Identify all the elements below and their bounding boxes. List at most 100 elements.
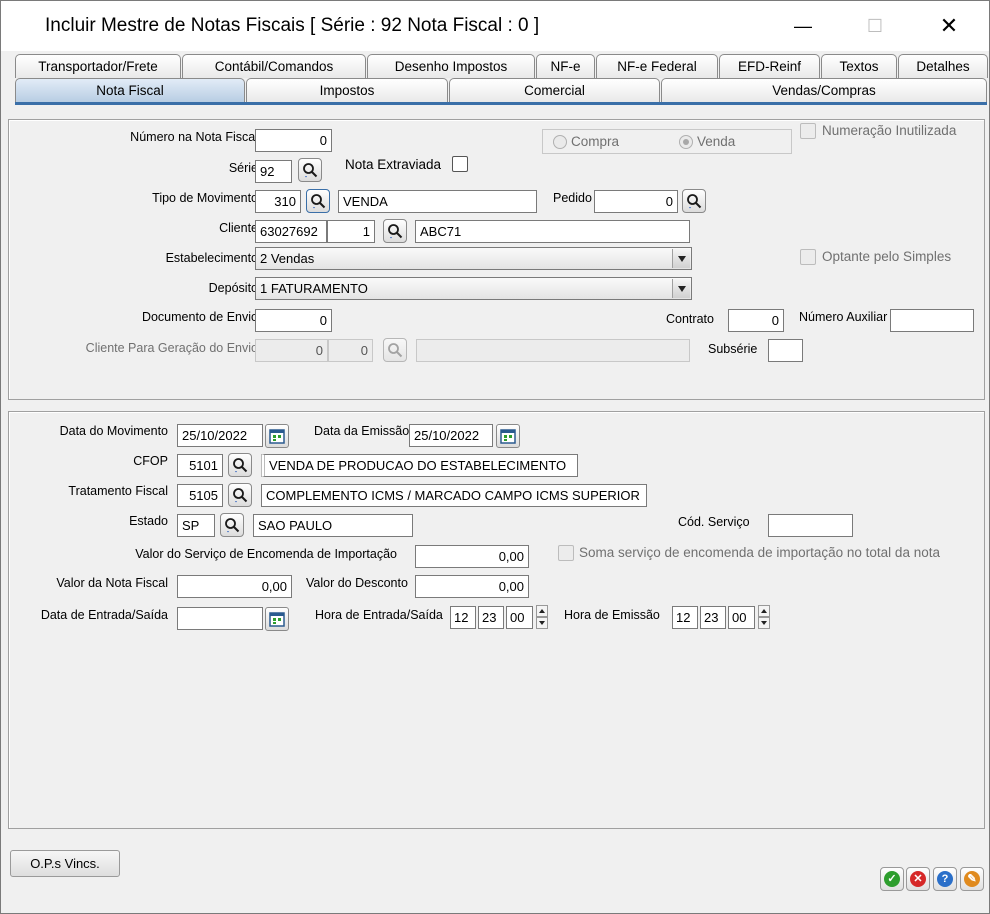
estado-search-button[interactable] (220, 513, 244, 537)
hora-entrada-minute-field[interactable]: 23 (478, 606, 504, 629)
data-mov-calendar-button[interactable] (265, 424, 289, 448)
spin-down-icon[interactable] (758, 617, 770, 629)
data-entrada-calendar-button[interactable] (265, 607, 289, 631)
chevron-down-icon[interactable] (672, 249, 690, 268)
tab-contabil-comandos[interactable]: Contábil/Comandos (182, 54, 366, 78)
cliente-geracao-search-button (383, 338, 407, 362)
doc-envio-field[interactable]: 0 (255, 309, 332, 332)
cfop-code-field[interactable]: 5101 (177, 454, 223, 477)
search-icon (233, 458, 248, 473)
close-button[interactable]: ✕ (926, 1, 972, 51)
data-emissao-calendar-button[interactable] (496, 424, 520, 448)
nota-extraviada-checkbox[interactable] (452, 156, 468, 172)
tab-textos[interactable]: Textos (821, 54, 897, 78)
valor-desconto-field[interactable]: 0,00 (415, 575, 529, 598)
ok-button[interactable]: ✓ (880, 867, 904, 891)
tipo-mov-desc-field[interactable]: VENDA (338, 190, 537, 213)
tab-vendas-compras[interactable]: Vendas/Compras (661, 78, 987, 102)
doc-envio-label: Documento de Envio (141, 310, 258, 324)
data-entrada-field[interactable] (177, 607, 263, 630)
data-mov-label: Data do Movimento (59, 424, 168, 438)
numeracao-inutilizada-checkbox (800, 123, 816, 139)
tipo-mov-search-button[interactable] (306, 189, 330, 213)
tab-impostos[interactable]: Impostos (246, 78, 448, 102)
search-icon (303, 163, 318, 178)
compra-radio[interactable] (553, 135, 567, 149)
cliente-seq-field[interactable]: 1 (327, 220, 375, 243)
tipo-mov-code-field[interactable]: 310 (255, 190, 301, 213)
cod-servico-field[interactable] (768, 514, 853, 537)
serie-field[interactable]: 92 (255, 160, 292, 183)
hora-entrada-hour-field[interactable]: 12 (450, 606, 476, 629)
tab-row-bottom: Nota Fiscal Impostos Comercial Vendas/Co… (15, 78, 987, 105)
valor-servico-field[interactable]: 0,00 (415, 545, 529, 568)
serie-search-button[interactable] (298, 158, 322, 182)
pedido-field[interactable]: 0 (594, 190, 678, 213)
tab-row-top: Transportador/Frete Contábil/Comandos De… (15, 54, 988, 78)
help-button[interactable]: ? (933, 867, 957, 891)
tratamento-desc-field[interactable]: COMPLEMENTO ICMS / MARCADO CAMPO ICMS SU… (261, 484, 647, 507)
tab-nfe-federal[interactable]: NF-e Federal (596, 54, 718, 78)
data-emissao-field[interactable]: 25/10/2022 (409, 424, 493, 447)
minimize-button[interactable]: — (780, 1, 826, 51)
spin-up-icon[interactable] (536, 605, 548, 617)
cliente-code-field[interactable]: 63027692 (255, 220, 327, 243)
cliente-search-button[interactable] (383, 219, 407, 243)
chevron-down-icon[interactable] (672, 279, 690, 298)
cliente-geracao-label: Cliente Para Geração do Envio (85, 341, 258, 355)
deposito-select[interactable]: 1 FATURAMENTO (255, 277, 692, 300)
tipo-mov-label: Tipo de Movimento (152, 191, 258, 205)
estabelecimento-select[interactable]: 2 Vendas (255, 247, 692, 270)
ops-vinculadas-button[interactable]: O.P.s Vincs. (10, 850, 120, 877)
nota-extraviada-label: Nota Extraviada (345, 157, 442, 172)
venda-label: Venda (697, 134, 736, 149)
compra-venda-radio-group: Compra Venda (542, 129, 792, 154)
cliente-geracao-name-field (416, 339, 690, 362)
venda-radio[interactable] (679, 135, 693, 149)
estado-label: Estado (129, 514, 168, 528)
estado-code-field[interactable]: SP (177, 514, 215, 537)
cancel-button[interactable]: ✕ (906, 867, 930, 891)
cliente-geracao-seq-field: 0 (328, 339, 373, 362)
search-icon (233, 488, 248, 503)
search-icon (388, 224, 403, 239)
dialog-window: Incluir Mestre de Notas Fiscais [ Série … (0, 0, 990, 914)
tratamento-code-field[interactable]: 5105 (177, 484, 223, 507)
maximize-button[interactable]: ☐ (852, 1, 898, 51)
panel-identificacao: Número na Nota Fiscal 0 Série 92 Nota Ex… (8, 119, 985, 400)
hora-emissao-second-field[interactable]: 00 (728, 606, 755, 629)
x-icon: ✕ (910, 871, 926, 887)
contrato-field[interactable]: 0 (728, 309, 784, 332)
hora-entrada-spinner[interactable] (536, 605, 548, 630)
optante-simples-label: Optante pelo Simples (822, 249, 952, 264)
estado-name-field[interactable]: SAO PAULO (253, 514, 413, 537)
tab-efd-reinf[interactable]: EFD-Reinf (719, 54, 820, 78)
numero-field[interactable]: 0 (255, 129, 332, 152)
hora-emissao-minute-field[interactable]: 23 (700, 606, 726, 629)
hora-emissao-spinner[interactable] (758, 605, 770, 630)
cliente-name-field[interactable]: ABC71 (415, 220, 690, 243)
serie-label: Série (228, 161, 258, 175)
tratamento-search-button[interactable] (228, 483, 252, 507)
spin-up-icon[interactable] (758, 605, 770, 617)
numero-auxiliar-field[interactable] (890, 309, 974, 332)
tab-detalhes[interactable]: Detalhes (898, 54, 988, 78)
spin-down-icon[interactable] (536, 617, 548, 629)
cfop-label: CFOP (133, 454, 168, 468)
tab-nfe[interactable]: NF-e (536, 54, 595, 78)
tab-nota-fiscal[interactable]: Nota Fiscal (15, 78, 245, 102)
tools-button[interactable]: ✎ (960, 867, 984, 891)
hora-entrada-second-field[interactable]: 00 (506, 606, 533, 629)
data-mov-field[interactable]: 25/10/2022 (177, 424, 263, 447)
tab-comercial[interactable]: Comercial (449, 78, 660, 102)
hora-emissao-hour-field[interactable]: 12 (672, 606, 698, 629)
tab-transportador-frete[interactable]: Transportador/Frete (15, 54, 181, 78)
cfop-desc-field[interactable]: VENDA DE PRODUCAO DO ESTABELECIMENTO (261, 454, 578, 477)
valor-nf-field[interactable]: 0,00 (177, 575, 292, 598)
numero-auxiliar-label: Número Auxiliar (799, 310, 888, 324)
cfop-search-button[interactable] (228, 453, 252, 477)
valor-desconto-label: Valor do Desconto (306, 576, 408, 590)
pedido-search-button[interactable] (682, 189, 706, 213)
tab-desenho-impostos[interactable]: Desenho Impostos (367, 54, 535, 78)
subserie-field[interactable] (768, 339, 803, 362)
